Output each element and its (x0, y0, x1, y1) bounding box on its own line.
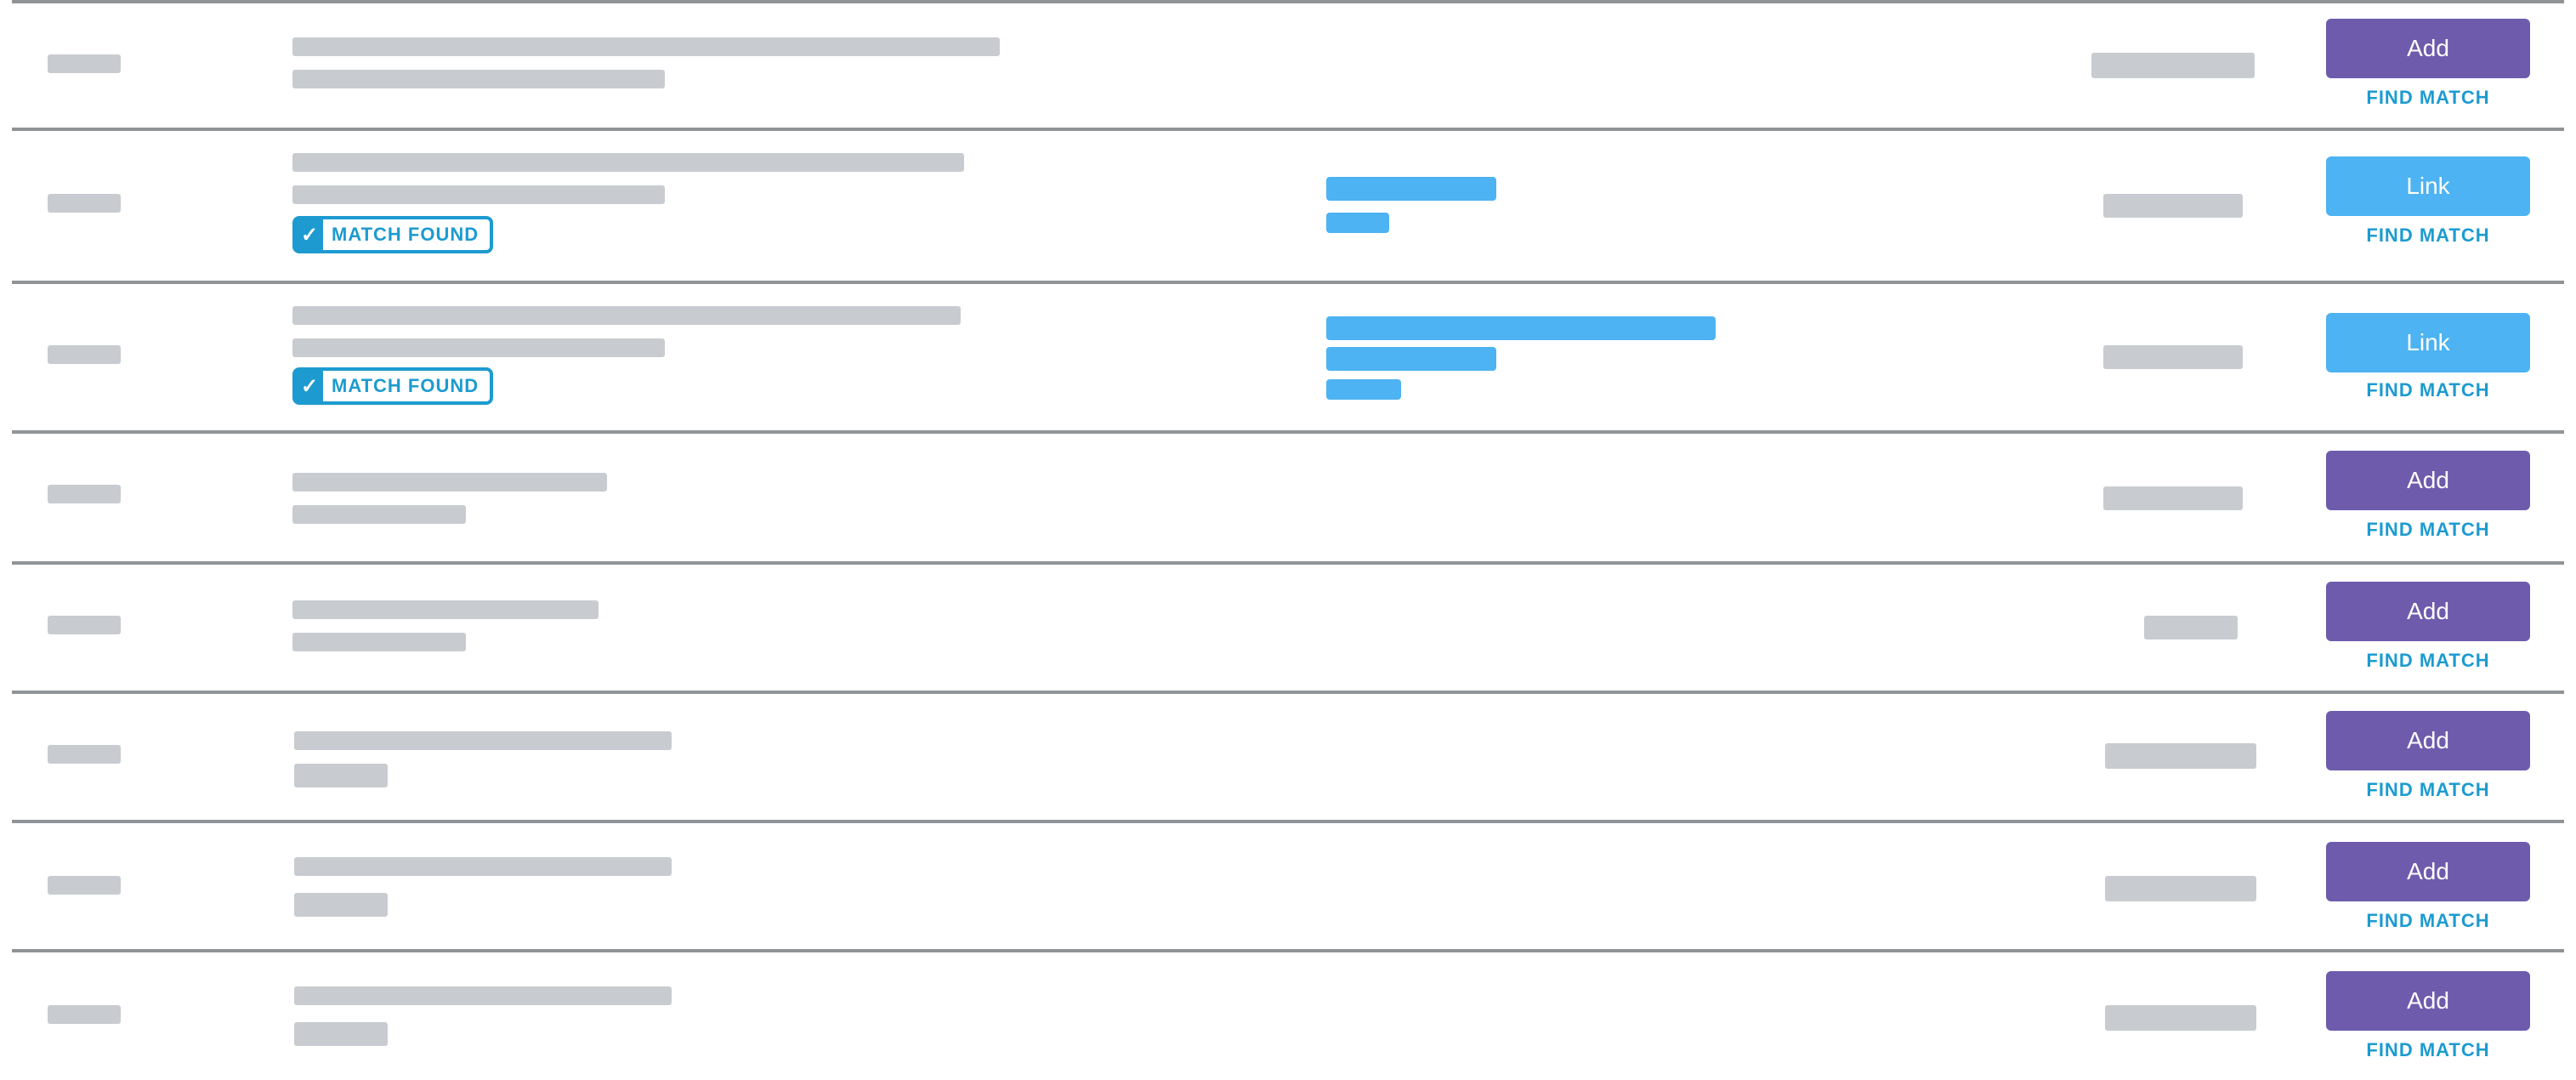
table-row: Add FIND MATCH (12, 820, 2564, 949)
table-row: ✓ MATCH FOUND Link FIND MATCH (12, 128, 2564, 281)
amount-placeholder (2144, 616, 2238, 639)
amount-placeholder (2091, 53, 2255, 78)
check-icon: ✓ (296, 219, 323, 250)
find-match-link[interactable]: FIND MATCH (2326, 87, 2530, 109)
find-match-link[interactable]: FIND MATCH (2326, 379, 2530, 401)
table-row: Add FIND MATCH (12, 430, 2564, 561)
match-found-badge: ✓ MATCH FOUND (292, 367, 493, 405)
description-placeholder (292, 473, 607, 492)
add-button[interactable]: Add (2326, 711, 2530, 770)
add-button[interactable]: Add (2326, 19, 2530, 78)
find-match-link[interactable]: FIND MATCH (2326, 519, 2530, 541)
date-placeholder (48, 745, 121, 764)
add-button[interactable]: Add (2326, 451, 2530, 510)
find-match-link[interactable]: FIND MATCH (2326, 225, 2530, 247)
description-sub-placeholder (292, 70, 665, 88)
match-found-label: MATCH FOUND (332, 375, 479, 396)
check-icon: ✓ (296, 371, 323, 401)
amount-placeholder (2103, 194, 2243, 218)
find-match-link[interactable]: FIND MATCH (2326, 1039, 2530, 1061)
amount-placeholder (2105, 876, 2256, 901)
description-sub-placeholder (294, 764, 388, 787)
date-placeholder (48, 876, 121, 895)
link-button[interactable]: Link (2326, 156, 2530, 216)
description-sub-placeholder (294, 1022, 388, 1046)
description-sub-placeholder (292, 338, 665, 357)
find-match-link[interactable]: FIND MATCH (2326, 910, 2530, 932)
find-match-link[interactable]: FIND MATCH (2326, 650, 2530, 672)
description-sub-placeholder (292, 505, 466, 524)
matched-item-placeholder (1326, 316, 1716, 340)
matched-item-placeholder (1326, 177, 1496, 201)
description-sub-placeholder (292, 633, 466, 651)
amount-placeholder (2103, 345, 2243, 369)
find-match-link[interactable]: FIND MATCH (2326, 779, 2530, 801)
matched-item-sub-placeholder (1326, 213, 1389, 233)
description-placeholder (294, 857, 672, 876)
description-placeholder (292, 306, 961, 325)
table-row: Add FIND MATCH (12, 691, 2564, 820)
date-placeholder (48, 54, 121, 73)
description-placeholder (294, 731, 672, 750)
date-placeholder (48, 345, 121, 364)
match-found-badge: ✓ MATCH FOUND (292, 216, 493, 253)
add-button[interactable]: Add (2326, 842, 2530, 901)
amount-placeholder (2105, 743, 2256, 769)
matched-item-detail-placeholder (1326, 379, 1401, 400)
description-placeholder (292, 37, 1000, 56)
match-found-label: MATCH FOUND (332, 224, 479, 245)
table-row: Add FIND MATCH (12, 0, 2564, 128)
table-row: Add FIND MATCH (12, 949, 2564, 1080)
amount-placeholder (2103, 486, 2243, 510)
transactions-table: Add FIND MATCH ✓ MATCH FOUND Link FIND M… (12, 0, 2564, 1080)
table-row: ✓ MATCH FOUND Link FIND MATCH (12, 281, 2564, 430)
table-row: Add FIND MATCH (12, 561, 2564, 691)
date-placeholder (48, 1005, 121, 1024)
add-button[interactable]: Add (2326, 971, 2530, 1031)
date-placeholder (48, 485, 121, 503)
add-button[interactable]: Add (2326, 582, 2530, 641)
matched-item-sub-placeholder (1326, 347, 1496, 371)
description-sub-placeholder (294, 893, 388, 917)
link-button[interactable]: Link (2326, 313, 2530, 372)
description-placeholder (294, 986, 672, 1005)
description-placeholder (292, 153, 964, 172)
date-placeholder (48, 194, 121, 213)
description-sub-placeholder (292, 185, 665, 204)
description-placeholder (292, 600, 599, 619)
date-placeholder (48, 616, 121, 634)
amount-placeholder (2105, 1005, 2256, 1031)
